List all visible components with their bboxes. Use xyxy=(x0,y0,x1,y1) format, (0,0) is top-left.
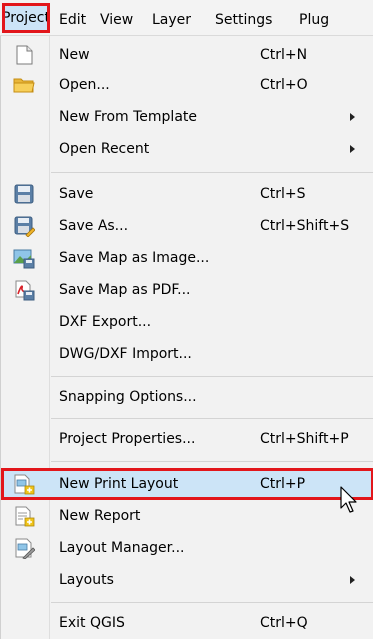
menu-item-label: Save xyxy=(59,186,94,202)
menu-item-label: Snapping Options... xyxy=(59,389,197,405)
menu-item-label: Layouts xyxy=(59,572,114,588)
menu-item-label: New Print Layout xyxy=(59,476,179,492)
pdf-icon xyxy=(15,280,35,301)
menu-item-open[interactable]: Open... Ctrl+O xyxy=(1,70,373,100)
menu-item-label: New Report xyxy=(59,508,141,524)
shortcut-label: Ctrl+Shift+S xyxy=(260,218,350,234)
mouse-cursor-icon xyxy=(340,486,357,513)
shortcut-label: Ctrl+S xyxy=(260,186,306,202)
new-print-layout-icon xyxy=(14,474,35,495)
folder-icon xyxy=(13,78,35,93)
menu-item-dxf-export[interactable]: DXF Export... xyxy=(1,307,373,337)
menu-settings[interactable]: Settings xyxy=(215,10,272,30)
menu-project[interactable]: Project xyxy=(2,3,50,33)
shortcut-label: Ctrl+P xyxy=(260,476,306,492)
menu-item-label: New From Template xyxy=(59,109,198,125)
submenu-arrow-icon xyxy=(350,576,355,584)
save-image-icon xyxy=(13,249,35,269)
menu-item-save-map-image[interactable]: Save Map as Image... xyxy=(1,243,373,273)
menu-item-layouts[interactable]: Layouts xyxy=(1,565,373,595)
menu-item-save-map-pdf[interactable]: Save Map as PDF... xyxy=(1,275,373,305)
shortcut-label: Ctrl+Shift+P xyxy=(260,431,349,447)
menu-item-new-report[interactable]: New Report xyxy=(1,501,373,531)
submenu-arrow-icon xyxy=(350,113,355,121)
menu-item-label: Save Map as Image... xyxy=(59,250,210,266)
menu-separator xyxy=(51,376,373,377)
shortcut-label: Ctrl+N xyxy=(260,47,308,63)
menu-item-label: DXF Export... xyxy=(59,314,152,330)
submenu-arrow-icon xyxy=(350,145,355,153)
menu-item-dwg-import[interactable]: DWG/DXF Import... xyxy=(1,339,373,369)
menu-separator xyxy=(51,602,373,603)
menu-layer[interactable]: Layer xyxy=(152,10,191,30)
menu-item-label: Project Properties... xyxy=(59,431,196,447)
menu-view[interactable]: View xyxy=(100,10,133,30)
menu-item-save[interactable]: Save Ctrl+S xyxy=(1,179,373,209)
menu-item-label: Open Recent xyxy=(59,141,150,157)
menu-item-label: DWG/DXF Import... xyxy=(59,346,192,362)
project-menu-dropdown: New Ctrl+N Open... Ctrl+O New From Templ… xyxy=(0,36,373,639)
menu-item-label: Save As... xyxy=(59,218,129,234)
menu-separator xyxy=(51,461,373,462)
menu-item-new-print-layout[interactable]: New Print Layout Ctrl+P xyxy=(1,468,373,500)
layout-manager-icon xyxy=(15,538,35,559)
menu-item-label: Open... xyxy=(59,77,110,93)
shortcut-label: Ctrl+O xyxy=(260,77,308,93)
menu-item-label: New xyxy=(59,47,90,63)
menu-item-open-recent[interactable]: Open Recent xyxy=(1,134,373,164)
menu-bar: Project Edit View Layer Settings Plug xyxy=(0,0,373,36)
save-as-icon xyxy=(14,216,35,237)
menu-item-project-properties[interactable]: Project Properties... Ctrl+Shift+P xyxy=(1,424,373,454)
new-report-icon xyxy=(15,506,35,527)
menu-item-new[interactable]: New Ctrl+N xyxy=(1,40,373,70)
menu-edit[interactable]: Edit xyxy=(59,10,86,30)
menu-item-save-as[interactable]: Save As... Ctrl+Shift+S xyxy=(1,211,373,241)
menu-separator xyxy=(51,172,373,173)
menu-item-exit[interactable]: Exit QGIS Ctrl+Q xyxy=(1,608,373,638)
menu-item-new-from-template[interactable]: New From Template xyxy=(1,102,373,132)
menu-item-label: Layout Manager... xyxy=(59,540,185,556)
shortcut-label: Ctrl+Q xyxy=(260,615,308,631)
menu-plugins[interactable]: Plug xyxy=(299,10,329,30)
menu-item-label: Exit QGIS xyxy=(59,615,125,631)
new-file-icon xyxy=(16,45,33,65)
menu-separator xyxy=(51,418,373,419)
menu-item-layout-manager[interactable]: Layout Manager... xyxy=(1,533,373,563)
menu-item-label: Save Map as PDF... xyxy=(59,282,191,298)
menu-item-snapping-options[interactable]: Snapping Options... xyxy=(1,382,373,412)
save-icon xyxy=(14,184,34,204)
